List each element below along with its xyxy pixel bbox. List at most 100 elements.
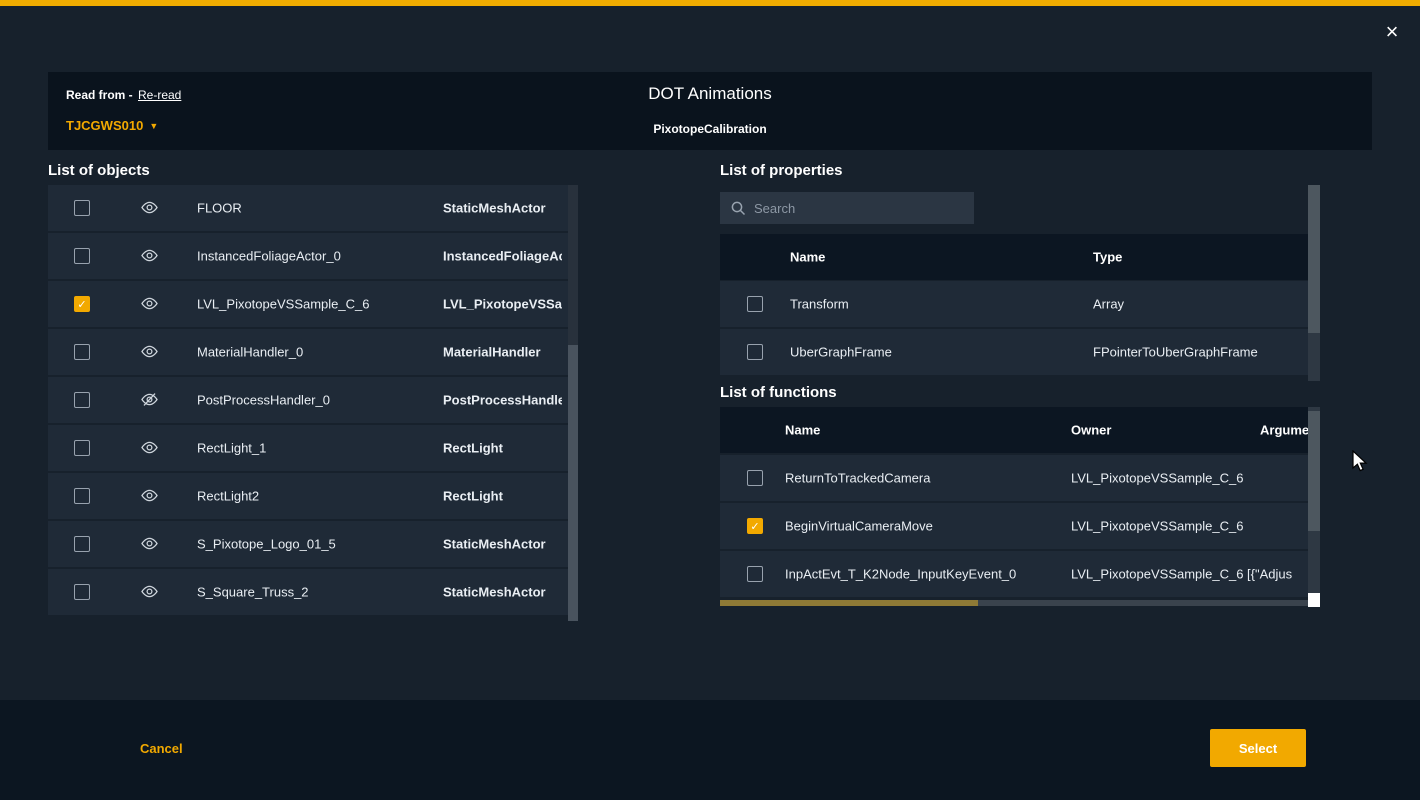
properties-heading: List of properties (720, 162, 843, 179)
functions-table-header: Name Owner Argume (720, 407, 1308, 453)
function-owner: LVL_PixotopeVSSample_C_6 (1071, 519, 1244, 534)
row-checkbox[interactable] (747, 566, 763, 582)
row-checkbox[interactable]: ✓ (74, 296, 90, 312)
objects-list: FLOOR StaticMeshActor InstancedFoliageAc… (48, 185, 578, 621)
row-checkbox[interactable]: ✓ (747, 518, 763, 534)
object-row[interactable]: S_Pixotope_Logo_01_5 StaticMeshActor (48, 521, 568, 567)
objects-scrollbar-thumb[interactable] (568, 185, 578, 345)
property-row[interactable]: Transform Array (720, 281, 1308, 327)
functions-horizontal-scrollbar-thumb[interactable] (720, 600, 978, 606)
object-row[interactable]: FLOOR StaticMeshActor (48, 185, 568, 231)
object-name: RectLight_1 (197, 441, 266, 456)
object-name: PostProcessHandler_0 (197, 393, 330, 408)
eye-slot[interactable] (140, 248, 160, 264)
property-type: FPointerToUberGraphFrame (1093, 345, 1258, 360)
object-row[interactable]: RectLight2 RectLight (48, 473, 568, 519)
properties-scrollbar-thumb[interactable] (1308, 185, 1320, 333)
object-type: StaticMeshActor (443, 537, 562, 552)
eye-icon (140, 584, 159, 599)
dialog-footer: Cancel Select (0, 700, 1420, 800)
function-row[interactable]: ✓ BeginVirtualCameraMove LVL_PixotopeVSS… (720, 503, 1308, 549)
functions-list: ReturnToTrackedCamera LVL_PixotopeVSSamp… (720, 455, 1308, 599)
function-name: InpActEvt_T_K2Node_InputKeyEvent_0 (785, 567, 1016, 582)
property-name: Transform (790, 297, 849, 312)
eye-slot[interactable] (140, 344, 160, 360)
eye-slot[interactable] (140, 440, 160, 456)
object-name: S_Square_Truss_2 (197, 585, 309, 600)
search-icon (730, 200, 746, 216)
properties-list: Transform Array UberGraphFrame FPointerT… (720, 281, 1308, 377)
eye-slot[interactable] (140, 392, 160, 408)
object-type: LVL_PixotopeVSSan (443, 297, 562, 312)
object-row[interactable]: InstancedFoliageActor_0 InstancedFoliage… (48, 233, 568, 279)
properties-scrollbar[interactable] (1308, 185, 1320, 381)
row-checkbox[interactable] (74, 248, 90, 264)
object-type: InstancedFoliageAc (443, 249, 562, 264)
eye-icon (140, 296, 159, 311)
close-icon[interactable]: × (1380, 20, 1404, 44)
eye-icon (140, 344, 159, 359)
object-type: StaticMeshActor (443, 585, 562, 600)
object-name: InstancedFoliageActor_0 (197, 249, 341, 264)
functions-scrollbar-thumb[interactable] (1308, 411, 1320, 531)
row-checkbox[interactable] (74, 200, 90, 216)
eye-icon (140, 248, 159, 263)
row-checkbox[interactable] (74, 584, 90, 600)
object-name: MaterialHandler_0 (197, 345, 303, 360)
function-row[interactable]: ReturnToTrackedCamera LVL_PixotopeVSSamp… (720, 455, 1308, 501)
object-row[interactable]: RectLight_1 RectLight (48, 425, 568, 471)
object-name: FLOOR (197, 201, 242, 216)
properties-search[interactable] (720, 192, 974, 224)
row-checkbox[interactable] (747, 470, 763, 486)
eye-slot[interactable] (140, 584, 160, 600)
function-name: ReturnToTrackedCamera (785, 471, 930, 486)
dialog-title: DOT Animations (48, 84, 1372, 104)
row-checkbox[interactable] (74, 344, 90, 360)
object-name: S_Pixotope_Logo_01_5 (197, 537, 336, 552)
eye-slot[interactable] (140, 536, 160, 552)
row-checkbox[interactable] (74, 440, 90, 456)
property-name: UberGraphFrame (790, 345, 892, 360)
functions-horizontal-scrollbar[interactable] (720, 600, 1308, 606)
properties-col-type: Type (1093, 250, 1122, 265)
function-arguments: [{"Adjus (1247, 567, 1292, 582)
window-accent-bar (0, 0, 1420, 6)
object-row[interactable]: ✓ LVL_PixotopeVSSample_C_6 LVL_PixotopeV… (48, 281, 568, 327)
eye-icon (140, 536, 159, 551)
mouse-cursor (1352, 450, 1372, 474)
objects-heading: List of objects (48, 162, 150, 179)
row-checkbox[interactable] (74, 392, 90, 408)
objects-scrollbar[interactable] (568, 185, 578, 621)
functions-heading: List of functions (720, 384, 837, 401)
object-type: MaterialHandler (443, 345, 562, 360)
object-type: PostProcessHandle (443, 393, 562, 408)
eye-slot[interactable] (140, 200, 160, 216)
object-row[interactable]: MaterialHandler_0 MaterialHandler (48, 329, 568, 375)
property-row[interactable]: UberGraphFrame FPointerToUberGraphFrame (720, 329, 1308, 375)
object-row[interactable]: PostProcessHandler_0 PostProcessHandle (48, 377, 568, 423)
object-name: RectLight2 (197, 489, 259, 504)
properties-table-header: Name Type (720, 234, 1308, 280)
row-checkbox[interactable] (747, 344, 763, 360)
functions-col-arguments: Argume (1260, 423, 1308, 438)
row-checkbox[interactable] (74, 488, 90, 504)
row-checkbox[interactable] (74, 536, 90, 552)
function-owner: LVL_PixotopeVSSample_C_6 (1071, 471, 1244, 486)
row-checkbox[interactable] (747, 296, 763, 312)
functions-scrollbar[interactable] (1308, 407, 1320, 593)
eye-slot[interactable] (140, 488, 160, 504)
select-button[interactable]: Select (1210, 729, 1306, 767)
eye-icon (140, 440, 159, 455)
eye-icon (140, 488, 159, 503)
function-owner: LVL_PixotopeVSSample_C_6 (1071, 567, 1244, 582)
object-type: StaticMeshActor (443, 201, 562, 216)
eye-slot[interactable] (140, 296, 160, 312)
function-row[interactable]: InpActEvt_T_K2Node_InputKeyEvent_0 LVL_P… (720, 551, 1308, 597)
function-name: BeginVirtualCameraMove (785, 519, 933, 534)
functions-col-name: Name (785, 423, 820, 438)
search-input[interactable] (754, 201, 974, 216)
object-row[interactable]: S_Square_Truss_2 StaticMeshActor (48, 569, 568, 615)
object-type: RectLight (443, 441, 562, 456)
eye-off-icon (140, 392, 159, 407)
cancel-button[interactable]: Cancel (140, 741, 183, 756)
